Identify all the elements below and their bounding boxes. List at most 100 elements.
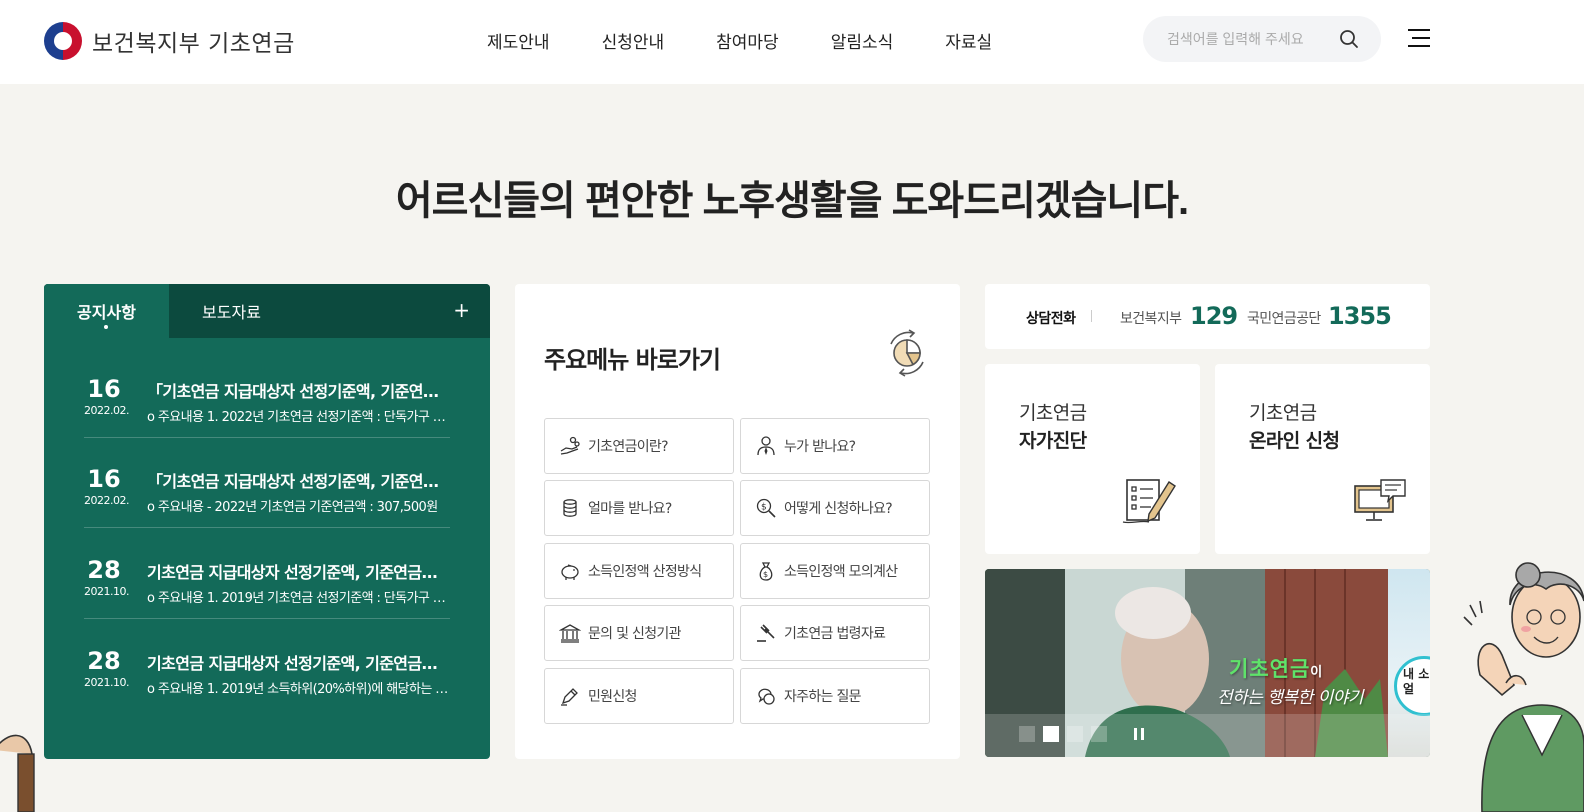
pie-chart-cycle-icon	[890, 329, 924, 377]
magnifier-dollar-icon: $	[756, 498, 776, 518]
card-line2: 온라인 신청	[1249, 430, 1340, 452]
card-line2: 자가진단	[1019, 430, 1087, 452]
notice-day: 16	[87, 465, 121, 493]
notice-summary: o 주요내용 1. 2019년 기초연금 선정기준액 : 단독가구 137만원	[147, 591, 450, 606]
gavel-icon	[757, 624, 775, 642]
search-icon[interactable]	[1339, 29, 1359, 49]
quick-btn-who-receives[interactable]: 누가 받나요?	[740, 418, 930, 474]
nav-item-participation[interactable]: 참여마당	[716, 28, 779, 53]
notice-year-month: 2021.10.	[84, 585, 129, 598]
banner-caption-particle: 이	[1310, 665, 1324, 680]
slide-indicator[interactable]	[1091, 726, 1107, 742]
hero-emphasis: 편안한 노후생활	[584, 179, 847, 223]
quick-btn-label: 문의 및 신청기관	[588, 626, 681, 642]
quick-btn-label: 소득인정액 산정방식	[588, 564, 702, 580]
quick-menu-title: 주요메뉴 바로가기	[544, 340, 721, 375]
quick-btn-civil-petition[interactable]: 민원신청	[544, 668, 734, 724]
quick-btn-label: 소득인정액 모의계산	[784, 564, 898, 580]
hotline-label: 상담전화	[1026, 311, 1076, 327]
bank-building-icon	[559, 624, 581, 643]
slide-indicator-active[interactable]	[1043, 726, 1059, 742]
card-line1: 기초연금	[1019, 402, 1087, 424]
pause-icon[interactable]	[1132, 727, 1146, 741]
notice-item[interactable]: 28 2021.10. 기초연금 지급대상자 선정기준액, 기준연금액 고시 o…	[84, 529, 450, 619]
notice-year-month: 2021.10.	[84, 676, 129, 689]
hotline-org-nps: 국민연금공단	[1247, 311, 1321, 327]
quick-btn-label: 기초연금 법령자료	[784, 626, 886, 642]
money-bag-icon: $	[759, 562, 773, 581]
notice-date: 28 2021.10.	[84, 556, 129, 598]
tab-notices[interactable]: 공지사항	[44, 284, 169, 338]
hero-prefix: 어르신들의	[395, 179, 585, 223]
more-plus-icon[interactable]: +	[453, 298, 470, 322]
notice-item[interactable]: 16 2022.02. 「기초연금 지급대상자 선정기준액, 기준연금액」 고시…	[84, 438, 450, 528]
grandmother-illustration	[1463, 562, 1584, 812]
quick-btn-label: 기초연금이란?	[588, 439, 669, 455]
quick-menu-panel: 주요메뉴 바로가기 기초연금이란? 누가 받나요? 얼마를 받나요? $ 어떻게…	[515, 284, 960, 759]
quick-btn-income-simulator[interactable]: $ 소득인정액 모의계산	[740, 543, 930, 599]
computer-chat-icon	[1354, 479, 1406, 521]
walking-cane-illustration	[0, 734, 35, 812]
notice-date: 28 2021.10.	[84, 647, 129, 689]
notice-summary: o 주요내용 1. 2019년 소득하위(20%하위)에 해당하는 수급자	[147, 682, 450, 697]
video-banner[interactable]: 내 소 얼 기초연금이 전하는 행복한 이야기	[985, 569, 1430, 757]
divider	[1091, 310, 1092, 322]
hero-suffix: 을 도와드리겠습니다.	[845, 179, 1189, 223]
quick-btn-faq[interactable]: 자주하는 질문	[740, 668, 930, 724]
notice-day: 28	[87, 556, 121, 584]
notice-item[interactable]: 16 2022.02. 「기초연금 지급대상자 선정기준액, 기준연금액」 고시…	[84, 348, 450, 438]
hotline-number-nps[interactable]: 1355	[1328, 302, 1392, 330]
notice-date: 16 2022.02.	[84, 465, 129, 507]
nav-item-resources[interactable]: 자료실	[945, 28, 992, 53]
coin-stack-icon	[563, 499, 577, 517]
main-nav: 제도안내 신청안내 참여마당 알림소식 자료실	[487, 28, 1044, 53]
quick-btn-label: 누가 받나요?	[784, 439, 856, 455]
quick-btn-how-much[interactable]: 얼마를 받나요?	[544, 480, 734, 536]
notice-item[interactable]: 28 2021.10. 기초연금 지급대상자 선정기준액, 기준연금액 고시 o…	[84, 620, 450, 710]
notice-title[interactable]: 「기초연금 지급대상자 선정기준액, 기준연금액」 고시	[147, 378, 450, 402]
svg-text:$: $	[763, 570, 768, 579]
notice-title[interactable]: 기초연금 지급대상자 선정기준액, 기준연금액 고시	[147, 559, 450, 583]
slide-indicator[interactable]	[1067, 726, 1083, 742]
slide-indicator[interactable]	[1019, 726, 1035, 742]
quick-btn-how-to-apply[interactable]: $ 어떻게 신청하나요?	[740, 480, 930, 536]
search-input[interactable]	[1167, 28, 1327, 50]
coins-hand-icon	[560, 436, 580, 455]
card-online-application[interactable]: 기초연금 온라인 신청	[1215, 364, 1430, 554]
notice-tabs: 공지사항 보도자료 +	[44, 284, 490, 338]
notice-day: 16	[87, 375, 121, 403]
notice-day: 28	[87, 647, 121, 675]
card-line1: 기초연금	[1249, 402, 1317, 424]
quick-btn-what-is-pension[interactable]: 기초연금이란?	[544, 418, 734, 474]
notice-year-month: 2022.02.	[84, 404, 129, 417]
notice-date: 16 2022.02.	[84, 375, 129, 417]
nav-item-application-guide[interactable]: 신청안내	[602, 28, 665, 53]
hotline-number-mohw[interactable]: 129	[1190, 302, 1238, 330]
pen-icon	[561, 688, 578, 706]
notice-year-month: 2022.02.	[84, 494, 129, 507]
svg-text:$: $	[761, 503, 767, 513]
nav-item-system-guide[interactable]: 제도안내	[487, 28, 550, 53]
person-icon	[757, 436, 775, 456]
site-logo[interactable]: 보건복지부 기초연금	[44, 22, 295, 60]
chat-bubble-icon	[758, 688, 775, 705]
site-header: 보건복지부 기초연금 제도안내 신청안내 참여마당 알림소식 자료실	[0, 0, 1584, 84]
next-slide-text: 내 소 얼	[1403, 667, 1430, 696]
hamburger-menu-icon[interactable]	[1406, 26, 1432, 50]
logo-text: 보건복지부 기초연금	[92, 31, 295, 57]
notice-title[interactable]: 기초연금 지급대상자 선정기준액, 기준연금액 고시	[147, 650, 450, 674]
quick-btn-laws[interactable]: 기초연금 법령자료	[740, 605, 930, 661]
quick-menu-title-rest: 바로가기	[628, 346, 721, 374]
quick-btn-contact-agency[interactable]: 문의 및 신청기관	[544, 605, 734, 661]
notice-title[interactable]: 「기초연금 지급대상자 선정기준액, 기준연금액」 고시	[147, 468, 450, 492]
nav-item-news[interactable]: 알림소식	[831, 28, 894, 53]
quick-btn-label: 민원신청	[588, 689, 637, 705]
taegeuk-logo-icon	[44, 22, 82, 60]
quick-btn-label: 얼마를 받나요?	[588, 501, 672, 517]
tab-press-releases[interactable]: 보도자료	[169, 284, 294, 338]
quick-btn-income-method[interactable]: 소득인정액 산정방식	[544, 543, 734, 599]
hero-headline: 어르신들의 편안한 노후생활을 도와드리겠습니다.	[0, 168, 1584, 226]
card-self-diagnosis[interactable]: 기초연금 자가진단	[985, 364, 1200, 554]
hotline-box: 상담전화 보건복지부 129 국민연금공단 1355	[985, 284, 1430, 349]
checklist-pen-icon	[1122, 479, 1176, 524]
